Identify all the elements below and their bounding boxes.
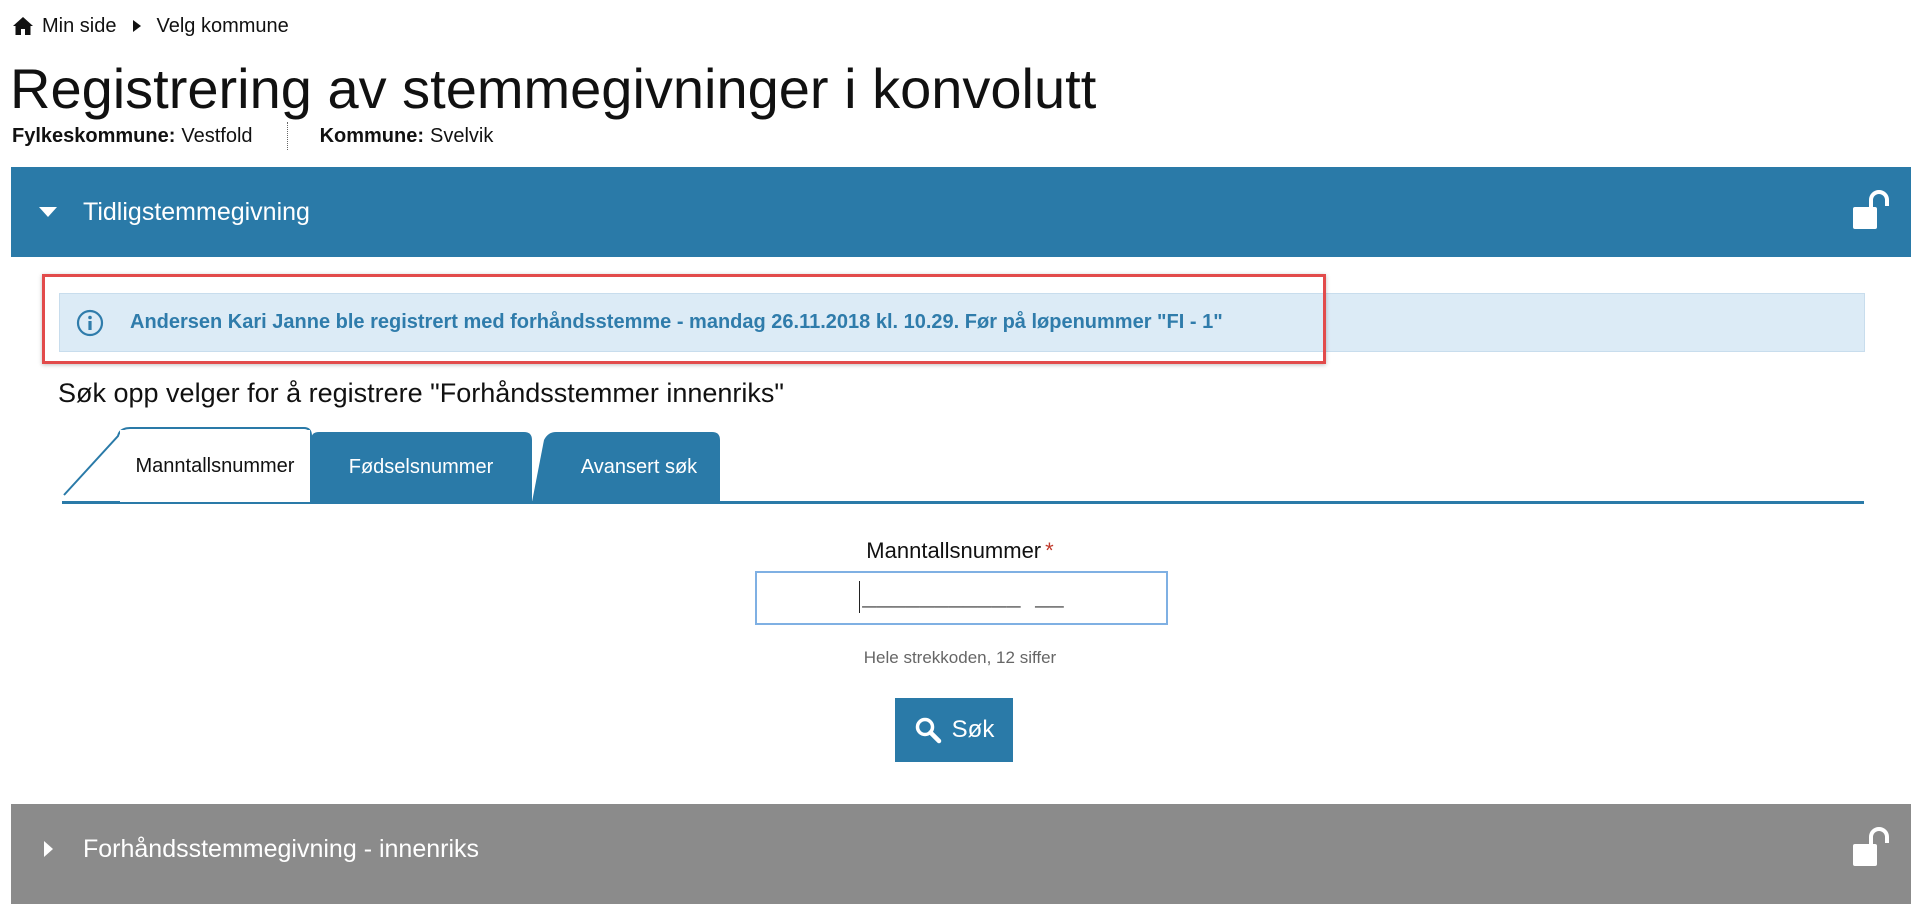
page-title: Registrering av stemmegivninger i konvol… [10, 57, 1097, 120]
county-value: Vestfold [181, 124, 253, 147]
municipality-label: Kommune: [319, 124, 425, 147]
breadcrumb-home-link[interactable]: Min side [42, 15, 116, 38]
manntallsnummer-label: Manntallsnummer * [700, 538, 1220, 564]
panel-title: Forhåndsstemmegivning - innenriks [83, 834, 480, 863]
text-caret [859, 581, 861, 613]
panel-header-forhandsstemmegivning-innenriks[interactable]: Forhåndsstemmegivning - innenriks [11, 804, 1911, 894]
context-info: Fylkeskommune: Vestfold Kommune: Svelvik [12, 122, 493, 150]
next-panel-edge [11, 894, 1911, 904]
unlock-icon[interactable] [1851, 189, 1889, 231]
panel-header-tidligstemmegivning[interactable]: Tidligstemmegivning [11, 167, 1911, 257]
required-mark: * [1045, 538, 1054, 563]
search-heading: Søk opp velger for å registrere "Forhånd… [58, 378, 784, 408]
unlock-icon[interactable] [1851, 826, 1889, 868]
field-hint: Hele strekkoden, 12 siffer [863, 648, 1057, 667]
search-icon [915, 717, 941, 744]
caret-right-icon [44, 841, 53, 857]
highlight-annotation [42, 274, 1326, 364]
search-button-label: Søk [951, 716, 995, 743]
home-icon [13, 17, 33, 35]
tab-manntallsnummer[interactable]: Manntallsnummer [120, 430, 310, 502]
meta-divider [286, 122, 288, 150]
tab-fodselsnummer[interactable]: Fødselsnummer [310, 432, 532, 503]
breadcrumb-current: Velg kommune [156, 14, 289, 37]
tab-avansert-sok[interactable]: Avansert søk [558, 432, 720, 503]
chevron-right-icon [133, 20, 142, 32]
caret-down-icon [39, 207, 57, 217]
manntallsnummer-input[interactable]: ___________ __ [755, 571, 1168, 625]
input-mask: ___________ __ [862, 586, 1064, 613]
county-label: Fylkeskommune: [12, 124, 176, 147]
panel-title: Tidligstemmegivning [83, 197, 310, 226]
field-label-text: Manntallsnummer [866, 538, 1042, 563]
search-button[interactable]: Søk [895, 698, 1013, 762]
breadcrumb: Min side Velg kommune [12, 12, 289, 40]
municipality-value: Svelvik [430, 124, 494, 147]
